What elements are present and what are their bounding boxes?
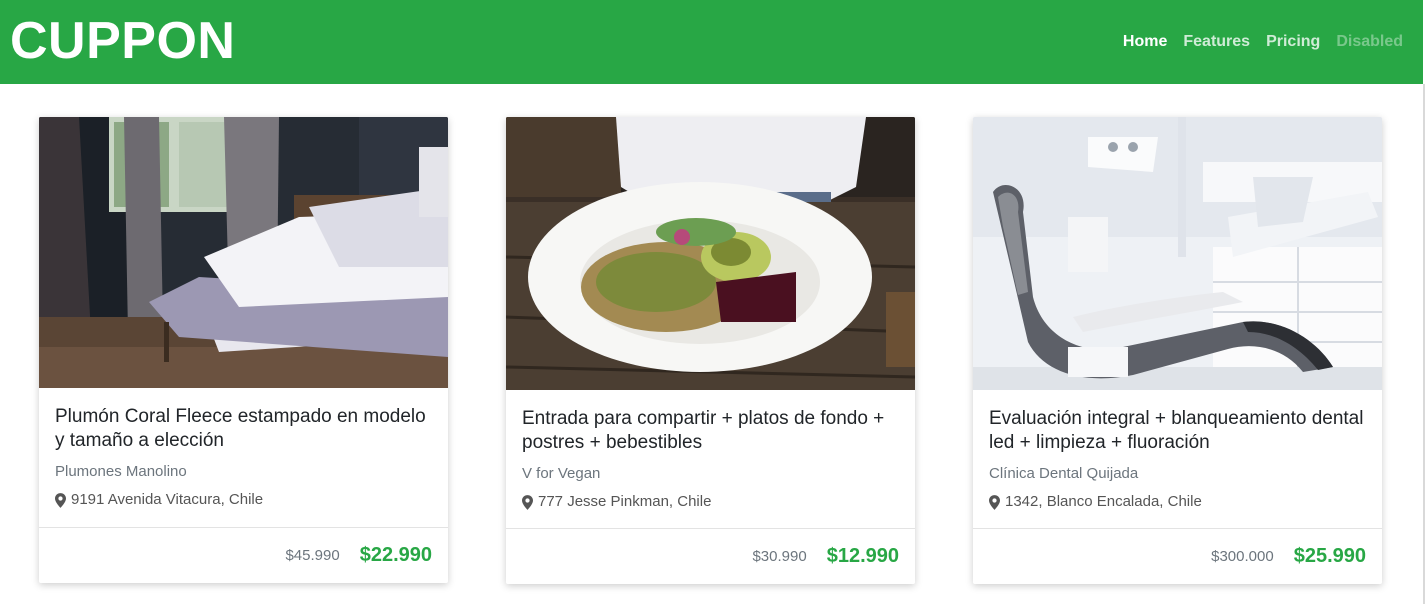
old-price: $45.990 — [285, 547, 340, 564]
deal-title[interactable]: Entrada para compartir + platos de fondo… — [522, 407, 899, 455]
navbar: CUPPON Home Features Pricing Disabled — [0, 0, 1423, 84]
deal-footer: $300.000 $25.990 — [973, 528, 1382, 584]
bedroom-photo — [39, 117, 448, 388]
deal-title[interactable]: Plumón Coral Fleece estampado en modelo … — [55, 405, 432, 453]
map-pin-icon — [989, 494, 1000, 510]
deal-footer: $45.990 $22.990 — [39, 527, 448, 583]
dental-chair-photo — [973, 117, 1382, 390]
nav-link-features[interactable]: Features — [1183, 31, 1250, 53]
deal-address-text: 777 Jesse Pinkman, Chile — [538, 493, 712, 510]
deal-merchant: Plumones Manolino — [55, 463, 187, 480]
brand-logo[interactable]: CUPPON — [10, 11, 235, 71]
deal-card[interactable]: Plumón Coral Fleece estampado en modelo … — [39, 117, 448, 583]
new-price: $22.990 — [359, 544, 432, 566]
deal-body: Plumón Coral Fleece estampado en modelo … — [39, 388, 448, 510]
deal-footer: $30.990 $12.990 — [506, 528, 915, 584]
nav-links: Home Features Pricing Disabled — [1123, 31, 1403, 53]
nav-link-disabled: Disabled — [1336, 33, 1403, 50]
old-price: $30.990 — [752, 548, 807, 565]
deal-card[interactable]: Entrada para compartir + platos de fondo… — [506, 117, 915, 584]
nav-link-home[interactable]: Home — [1123, 31, 1167, 53]
deal-body: Evaluación integral + blanqueamiento den… — [973, 390, 1382, 512]
map-pin-icon — [55, 492, 66, 508]
new-price: $12.990 — [826, 545, 899, 567]
new-price: $25.990 — [1293, 545, 1366, 567]
deal-card[interactable]: Evaluación integral + blanqueamiento den… — [973, 117, 1382, 584]
deal-title[interactable]: Evaluación integral + blanqueamiento den… — [989, 407, 1366, 455]
deal-address: 9191 Avenida Vitacura, Chile — [55, 490, 432, 510]
deal-image[interactable] — [39, 117, 448, 388]
map-pin-icon — [522, 494, 533, 510]
old-price: $300.000 — [1211, 548, 1274, 565]
salad-plate-photo — [506, 117, 915, 390]
nav-link-pricing[interactable]: Pricing — [1266, 31, 1320, 53]
deal-address: 777 Jesse Pinkman, Chile — [522, 492, 899, 512]
deal-image[interactable] — [506, 117, 915, 390]
deal-merchant: Clínica Dental Quijada — [989, 465, 1139, 482]
deal-address-text: 1342, Blanco Encalada, Chile — [1005, 493, 1202, 510]
deal-merchant: V for Vegan — [522, 465, 601, 482]
deal-address-text: 9191 Avenida Vitacura, Chile — [71, 491, 264, 508]
deal-body: Entrada para compartir + platos de fondo… — [506, 390, 915, 512]
deal-image[interactable] — [973, 117, 1382, 390]
deal-address: 1342, Blanco Encalada, Chile — [989, 492, 1366, 512]
